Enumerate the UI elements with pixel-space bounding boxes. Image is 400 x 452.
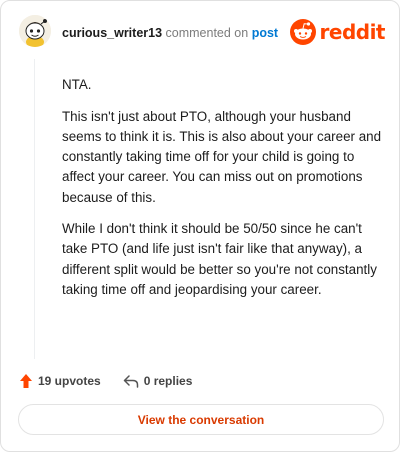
upvotes-action[interactable]: 19 upvotes bbox=[19, 373, 101, 389]
upvote-count: 19 upvotes bbox=[38, 374, 101, 388]
embedded-comment-card: curious_writer13 commented on post reddi… bbox=[0, 0, 400, 452]
thread-line[interactable] bbox=[34, 59, 35, 359]
comment-body: NTA. This isn't just about PTO, although… bbox=[62, 75, 384, 312]
upvote-arrow-icon bbox=[20, 374, 32, 388]
commented-on-text: commented on bbox=[165, 26, 249, 40]
reply-count: 0 replies bbox=[143, 374, 193, 388]
user-avatar[interactable] bbox=[19, 15, 51, 47]
username-link[interactable]: curious_writer13 bbox=[62, 26, 162, 40]
snoo-avatar-icon bbox=[19, 15, 51, 47]
replies-action[interactable]: 0 replies bbox=[123, 374, 193, 388]
comment-header: curious_writer13 commented on post reddi… bbox=[19, 15, 386, 53]
comment-paragraph: NTA. bbox=[62, 77, 92, 92]
comment-paragraph: While I don't think it should be 50/50 s… bbox=[62, 221, 377, 297]
reply-arrow-icon bbox=[123, 375, 138, 388]
view-conversation-button[interactable]: View the conversation bbox=[18, 404, 384, 435]
comment-actions: 19 upvotes 0 replies bbox=[19, 371, 214, 391]
comment-paragraph: This isn't just about PTO, although your… bbox=[62, 108, 382, 205]
reddit-logo[interactable]: reddit bbox=[289, 19, 386, 45]
reddit-logo-icon bbox=[289, 19, 316, 45]
reddit-wordmark: reddit bbox=[319, 20, 386, 44]
post-link[interactable]: post bbox=[252, 26, 278, 40]
comment-byline: curious_writer13 commented on post bbox=[62, 26, 278, 40]
